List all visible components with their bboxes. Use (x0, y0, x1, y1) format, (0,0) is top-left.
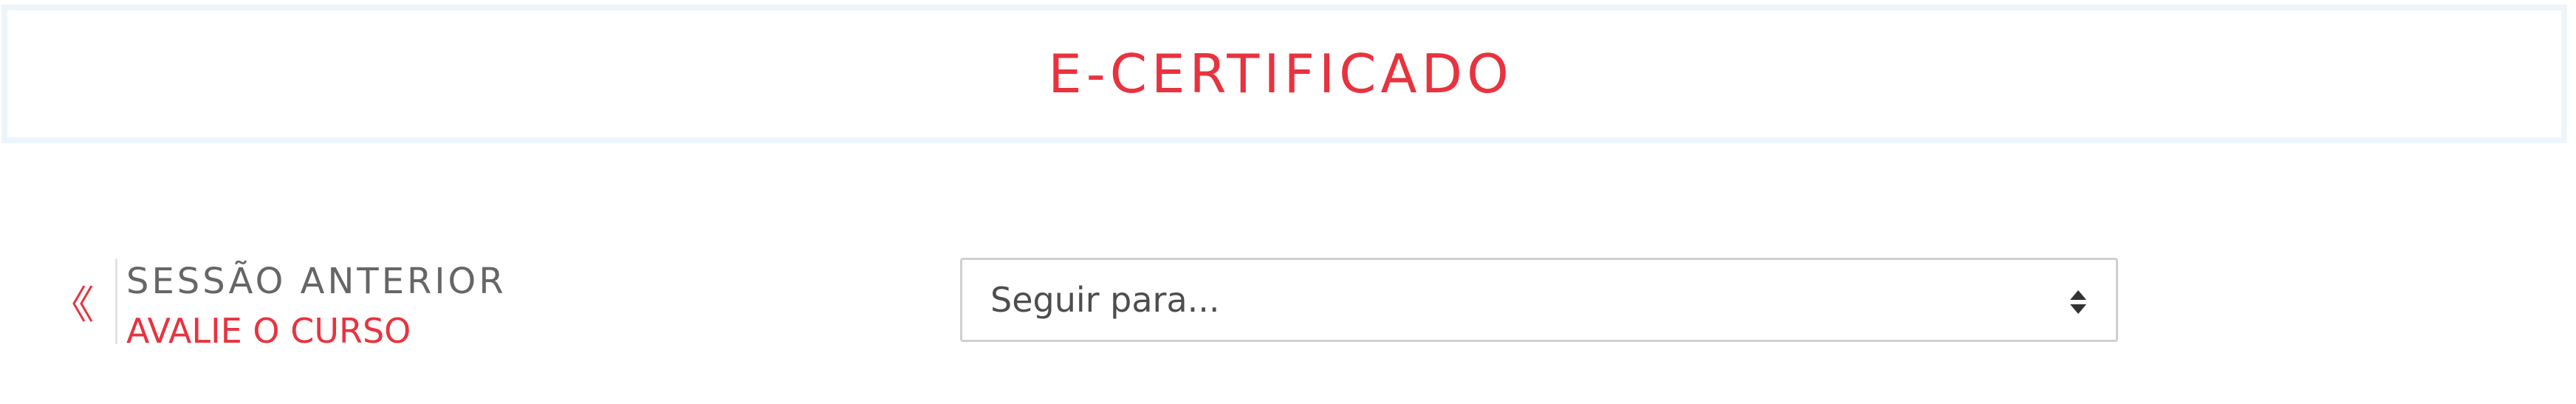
jump-to-select[interactable]: Seguir para... (960, 258, 2118, 342)
page: E-CERTIFICADO SESSÃO ANTERIOR AVALIE O C… (0, 0, 2576, 404)
sort-arrows-icon (2069, 289, 2088, 315)
previous-session-link[interactable]: SESSÃO ANTERIOR AVALIE O CURSO (71, 256, 507, 355)
previous-session-label: SESSÃO ANTERIOR (126, 261, 507, 302)
page-title-box: E-CERTIFICADO (1, 4, 2567, 143)
previous-session-texts: SESSÃO ANTERIOR AVALIE O CURSO (126, 256, 507, 355)
jump-to-select-value: Seguir para... (990, 280, 1220, 320)
double-chevron-left-icon-svg (72, 285, 93, 322)
previous-session-title[interactable]: AVALIE O CURSO (126, 307, 507, 355)
page-title: E-CERTIFICADO (1048, 43, 1513, 105)
double-chevron-left-icon (71, 256, 115, 352)
nav-divider (115, 259, 117, 344)
